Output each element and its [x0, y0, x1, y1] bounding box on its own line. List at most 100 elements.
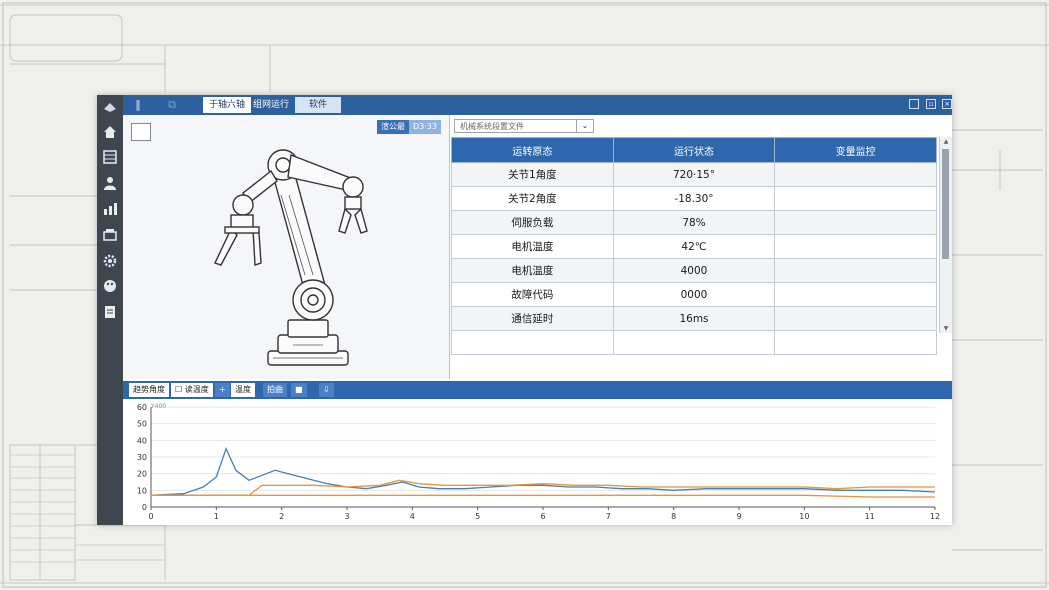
config-file-select-value: 机械系统段置文件 [460, 122, 524, 131]
y-tick-label: 60 [137, 403, 147, 412]
x-tick-label: 6 [540, 512, 545, 521]
x-tick-label: 3 [344, 512, 349, 521]
trend-chart: 0102030405060 0 1 2 3 4 5 6 7 8 9 10 11 12 Y400 [137, 403, 940, 521]
scrollbar-thumb[interactable] [942, 149, 949, 259]
table-row[interactable]: 电机温度 42℃ [451, 234, 937, 259]
x-tick-label: 1 [214, 512, 219, 521]
temperature-button[interactable]: 温度 [231, 383, 255, 397]
table-row[interactable] [451, 330, 937, 355]
y-tick-label: 40 [137, 436, 147, 445]
table-row[interactable]: 伺服负载 78% [451, 210, 937, 235]
export-icon[interactable]: ⇩ [319, 383, 334, 397]
table-scrollbar[interactable]: ▲ ▼ [939, 137, 952, 333]
x-tick-label: 7 [606, 512, 611, 521]
y-tick-label: 20 [137, 470, 147, 479]
table-cell [774, 306, 937, 331]
table-cell: 4000 [612, 258, 776, 283]
restore-icon[interactable]: ▫ [926, 99, 936, 109]
table-cell [451, 330, 614, 355]
table-cell: 720·15° [612, 162, 776, 187]
sidebar [97, 95, 123, 525]
table-cell [774, 186, 937, 211]
table-cell: 伺服负载 [451, 210, 614, 235]
read-temperature-label: 读温度 [184, 385, 209, 394]
home-icon[interactable] [102, 124, 118, 140]
x-tick-label: 10 [799, 512, 809, 521]
read-temperature-toggle[interactable]: ☐ 读温度 [171, 383, 213, 397]
table-cell: 关节2角度 [451, 186, 614, 211]
plus-icon[interactable]: + [215, 383, 230, 397]
table-cell: 16ms [612, 306, 776, 331]
table-cell [774, 162, 937, 187]
x-tick-label: 2 [279, 512, 284, 521]
table-header[interactable]: 运行状态 [612, 137, 776, 163]
y-tick-label: 0 [142, 503, 147, 512]
chart-toolbar: 趋势角度 ☐ 读温度 + 温度 拍曲 ■ ⇩ [123, 381, 952, 399]
x-tick-label: 12 [930, 512, 940, 521]
y-tick-label: 30 [137, 453, 147, 462]
tab-software[interactable]: 软件 [295, 97, 342, 113]
table-cell [612, 330, 776, 355]
series-line-2 [151, 479, 935, 496]
square-icon[interactable]: ■ [291, 383, 307, 397]
config-file-select[interactable]: 机械系统段置文件 ⌄ [454, 119, 594, 133]
status-panel: 机械系统段置文件 ⌄ 运转原态 运行状态 变量监控 关节1角度 720·15° … [450, 115, 952, 379]
chart-annotation: Y400 [150, 403, 166, 410]
table-cell: 78% [612, 210, 776, 235]
table-cell [774, 210, 937, 235]
curve-button[interactable]: 拍曲 [263, 383, 287, 397]
app-logo-icon [104, 103, 116, 112]
table-cell: -18.30° [612, 186, 776, 211]
table-row[interactable]: 关节1角度 720·15° [451, 162, 937, 187]
top-bar: ‖ ⧉ 于轴六轴 组网运行 软件 ▫ × [123, 95, 952, 115]
scroll-up-icon[interactable]: ▲ [940, 138, 952, 145]
grid-icon[interactable] [102, 149, 118, 165]
view-controls: 渲公最 D3·33 [377, 119, 441, 134]
table-header[interactable]: 变量监控 [774, 137, 937, 163]
robot-arm-illustration [214, 149, 368, 366]
table-cell: 关节1角度 [451, 162, 614, 187]
scroll-down-icon[interactable]: ▼ [940, 325, 952, 332]
tab-six-axis[interactable]: 于轴六轴 [203, 97, 252, 113]
table-row[interactable]: 故障代码 0000 [451, 282, 937, 307]
palette-icon[interactable] [102, 278, 118, 294]
table-row[interactable]: 通信延时 16ms [451, 306, 937, 331]
table-cell [774, 258, 937, 283]
view-3d-button[interactable]: D3·33 [409, 120, 441, 134]
table-cell [774, 330, 937, 355]
table-cell: 电机温度 [451, 234, 614, 259]
table-cell: 0000 [612, 282, 776, 307]
x-tick-label: 9 [736, 512, 741, 521]
gear-icon[interactable] [102, 253, 118, 269]
user-icon[interactable] [102, 175, 118, 191]
table-cell: 通信延时 [451, 306, 614, 331]
table-row[interactable]: 关节2角度 -18.30° [451, 186, 937, 211]
robot-view-panel: 渲公最 D3·33 [123, 115, 450, 379]
table-cell [774, 234, 937, 259]
chart-icon[interactable] [102, 201, 118, 217]
copy-icon[interactable]: ⧉ [165, 98, 179, 112]
table-cell [774, 282, 937, 307]
x-tick-label: 8 [671, 512, 676, 521]
series-line-3 [151, 494, 935, 498]
y-tick-label: 10 [137, 486, 147, 495]
document-icon[interactable] [102, 304, 118, 320]
chevron-down-icon[interactable]: ⌄ [576, 120, 593, 132]
minimize-icon[interactable] [909, 99, 919, 109]
tab-network-run[interactable]: 组网运行 [247, 97, 295, 113]
table-cell: 42℃ [612, 234, 776, 259]
table-cell: 故障代码 [451, 282, 614, 307]
x-tick-label: 11 [865, 512, 875, 521]
trend-angle-button[interactable]: 趋势角度 [129, 383, 169, 397]
table-row[interactable]: 电机温度 4000 [451, 258, 937, 283]
machine-icon[interactable] [102, 227, 118, 243]
app-window: ‖ ⧉ 于轴六轴 组网运行 软件 ▫ × 渲公最 D3·33 机械系统段置文件 … [97, 95, 952, 525]
view-reset-button[interactable]: 渲公最 [377, 120, 410, 134]
close-icon[interactable]: × [942, 99, 952, 109]
table-header[interactable]: 运转原态 [451, 137, 614, 163]
x-tick-label: 5 [475, 512, 480, 521]
view-checkbox[interactable] [131, 123, 151, 141]
x-tick-label: 0 [148, 512, 153, 521]
pause-icon[interactable]: ‖ [131, 98, 145, 112]
status-table: 运转原态 运行状态 变量监控 关节1角度 720·15° 关节2角度 -18.3… [451, 137, 937, 355]
